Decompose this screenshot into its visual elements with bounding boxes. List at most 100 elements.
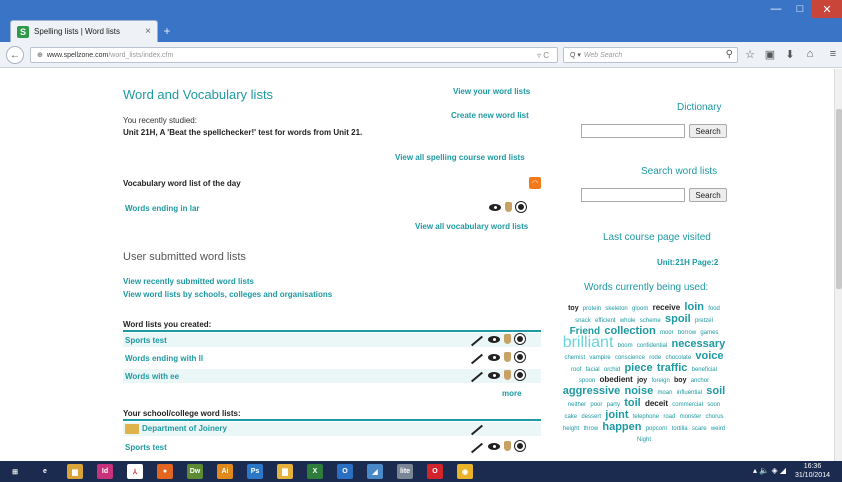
- maximize-icon[interactable]: □: [788, 0, 812, 18]
- cloud-word[interactable]: party: [607, 402, 620, 408]
- minimize-icon[interactable]: —: [764, 0, 788, 18]
- taskbar-excel-icon[interactable]: X: [300, 461, 330, 482]
- download-icon[interactable]: ⬇: [783, 48, 797, 61]
- cloud-word[interactable]: roof: [571, 367, 581, 373]
- close-window-icon[interactable]: ✕: [812, 0, 842, 18]
- web-search-input[interactable]: Q ▾ Web Search ⚲: [563, 47, 738, 63]
- school-folder-link[interactable]: Department of Joinery: [125, 424, 227, 434]
- cloud-word[interactable]: brilliant: [563, 334, 614, 351]
- taskbar-publisher-icon[interactable]: ◢: [360, 461, 390, 482]
- taskbar-photoshop-icon[interactable]: Ps: [240, 461, 270, 482]
- cloud-word[interactable]: protein: [583, 306, 601, 312]
- more-link[interactable]: more: [502, 389, 522, 398]
- cloud-word[interactable]: moan: [657, 390, 672, 396]
- browser-tab[interactable]: S Spelling lists | Word lists ×: [10, 20, 158, 42]
- cloud-word[interactable]: food: [708, 306, 720, 312]
- view-eye-icon[interactable]: [488, 371, 500, 379]
- practice-hand-icon[interactable]: [504, 441, 511, 451]
- cloud-word[interactable]: influential: [677, 390, 702, 396]
- cloud-word[interactable]: monster: [680, 414, 702, 420]
- cloud-word[interactable]: commercial: [672, 402, 703, 408]
- cloud-word[interactable]: conscience: [615, 355, 645, 361]
- cloud-word[interactable]: moor: [660, 330, 674, 336]
- reading-list-icon[interactable]: ▣: [763, 48, 777, 61]
- taskbar-dreamweaver-icon[interactable]: Dw: [180, 461, 210, 482]
- game-ball-icon[interactable]: [515, 334, 525, 344]
- cloud-word[interactable]: games: [700, 330, 718, 336]
- cloud-word[interactable]: cake: [564, 414, 577, 420]
- view-eye-icon[interactable]: [488, 442, 500, 450]
- edit-pencil-icon[interactable]: [470, 442, 484, 454]
- cloud-word[interactable]: foreign: [651, 378, 669, 384]
- cloud-word[interactable]: boom: [618, 343, 633, 349]
- cloud-word[interactable]: noise: [624, 385, 653, 397]
- cloud-word[interactable]: chemist: [564, 355, 585, 361]
- taskbar-outlook-icon[interactable]: O: [330, 461, 360, 482]
- school-list-link[interactable]: Sports test: [125, 443, 167, 452]
- game-ball-icon[interactable]: [515, 441, 525, 451]
- taskbar-start-icon[interactable]: ⊞: [0, 461, 30, 482]
- created-list-link[interactable]: Words with ee: [125, 372, 179, 381]
- view-eye-icon[interactable]: [489, 203, 501, 211]
- words-ending-lar-link[interactable]: Words ending in lar: [125, 204, 200, 213]
- view-all-vocab-lists-link[interactable]: View all vocabulary word lists: [415, 222, 528, 231]
- cloud-word[interactable]: borrow: [678, 330, 696, 336]
- cloud-word[interactable]: anchor: [691, 378, 709, 384]
- taskbar-app-lite-icon[interactable]: lite: [390, 461, 420, 482]
- scrollbar-thumb[interactable]: [836, 109, 842, 289]
- system-tray[interactable]: ▴ 🔈 ◈ ◢: [753, 466, 786, 475]
- home-icon[interactable]: ⌂: [803, 48, 817, 60]
- cloud-word[interactable]: rode: [649, 355, 661, 361]
- magnifier-icon[interactable]: ⚲: [726, 49, 733, 60]
- cloud-word[interactable]: pretzel: [695, 318, 713, 324]
- tab-close-icon[interactable]: ×: [145, 26, 151, 37]
- cloud-word[interactable]: Night: [637, 437, 651, 443]
- dictionary-search-input[interactable]: [581, 124, 685, 138]
- view-schools-lists-link[interactable]: View word lists by schools, colleges and…: [123, 290, 332, 299]
- practice-hand-icon[interactable]: [504, 370, 511, 380]
- dictionary-search-button[interactable]: Search: [689, 124, 727, 138]
- practice-hand-icon[interactable]: [505, 202, 512, 212]
- cloud-word[interactable]: joint: [605, 409, 628, 421]
- cloud-word[interactable]: whole: [620, 318, 636, 324]
- cloud-word[interactable]: piece: [624, 362, 652, 374]
- cloud-word[interactable]: soon: [707, 402, 720, 408]
- cloud-word[interactable]: voice: [695, 350, 723, 362]
- cloud-word[interactable]: throw: [583, 426, 598, 432]
- game-ball-icon[interactable]: [516, 202, 526, 212]
- taskbar-illustrator-icon[interactable]: Ai: [210, 461, 240, 482]
- new-tab-button[interactable]: +: [160, 25, 174, 38]
- cloud-word[interactable]: joy: [637, 377, 647, 384]
- game-ball-icon[interactable]: [515, 352, 525, 362]
- cloud-word[interactable]: obedient: [600, 375, 633, 384]
- word-list-search-input[interactable]: [581, 188, 685, 202]
- cloud-word[interactable]: facial: [586, 367, 600, 373]
- practice-hand-icon[interactable]: [504, 352, 511, 362]
- word-list-search-button[interactable]: Search: [689, 188, 727, 202]
- cloud-word[interactable]: toy: [568, 305, 579, 312]
- taskbar-ie-icon[interactable]: e: [30, 461, 60, 482]
- view-recent-lists-link[interactable]: View recently submitted word lists: [123, 277, 254, 286]
- cloud-word[interactable]: spoil: [665, 313, 691, 325]
- menu-icon[interactable]: ≡: [826, 48, 840, 60]
- practice-hand-icon[interactable]: [504, 334, 511, 344]
- cloud-word[interactable]: soil: [706, 385, 725, 397]
- cloud-word[interactable]: aggressive: [563, 385, 620, 397]
- game-ball-icon[interactable]: [515, 370, 525, 380]
- cloud-word[interactable]: traffic: [657, 362, 688, 374]
- taskbar-indesign-icon[interactable]: Id: [90, 461, 120, 482]
- cloud-word[interactable]: dessert: [581, 414, 601, 420]
- cloud-word[interactable]: height: [563, 426, 579, 432]
- cloud-word[interactable]: chorus: [706, 414, 724, 420]
- cloud-word[interactable]: skeleton: [605, 306, 627, 312]
- cloud-word[interactable]: toil: [624, 397, 641, 409]
- vertical-scrollbar[interactable]: [834, 69, 842, 461]
- cloud-word[interactable]: neither: [568, 402, 586, 408]
- cloud-word[interactable]: chocolate: [665, 355, 691, 361]
- taskbar-acrobat-icon[interactable]: ⅄: [120, 461, 150, 482]
- cloud-word[interactable]: necessary: [671, 338, 725, 350]
- cloud-word[interactable]: receive: [653, 303, 681, 312]
- cloud-word[interactable]: orchid: [604, 367, 620, 373]
- view-eye-icon[interactable]: [488, 353, 500, 361]
- created-list-link[interactable]: Sports test: [125, 336, 167, 345]
